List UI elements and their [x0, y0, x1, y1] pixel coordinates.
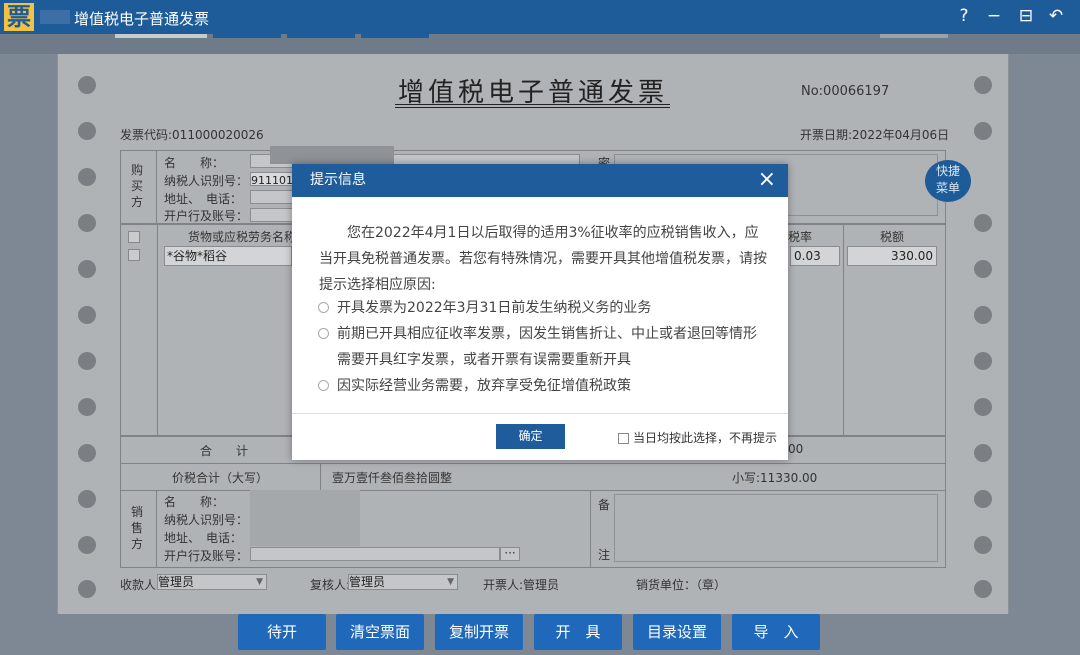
invoice-number: No:00066197 — [801, 84, 890, 99]
dialog-title: 提示信息 — [310, 172, 366, 188]
buyer-address-label: 地址、 电话： — [164, 192, 243, 206]
quick-menu-button[interactable]: 快捷菜单 — [925, 160, 971, 202]
toolbar-strip — [0, 34, 1080, 54]
buyer-address-field[interactable] — [250, 190, 295, 204]
buyer-bank-label: 开户行及账号： — [164, 209, 249, 223]
import-button[interactable]: 导 入 — [732, 614, 820, 650]
invoice-date: 开票日期:2022年04月06日 — [800, 128, 950, 142]
seller-bank-label: 开户行及账号： — [164, 549, 249, 563]
buyer-section-label: 购买方 — [131, 163, 144, 209]
radio-icon[interactable] — [318, 380, 329, 391]
clear-invoice-button[interactable]: 清空票面 — [336, 614, 424, 650]
issue-button[interactable]: 开 具 — [534, 614, 622, 650]
select-all-checkbox[interactable] — [128, 231, 140, 243]
window-title: 增值税电子普通发票 — [74, 10, 210, 28]
seller-section-label: 销售方 — [131, 505, 144, 551]
seller-bank-more-button[interactable]: ··· — [500, 547, 520, 561]
catalog-settings-button[interactable]: 目录设置 — [633, 614, 721, 650]
tax-amount-header: 税额 — [880, 230, 905, 244]
confirm-button[interactable]: 确定 — [496, 424, 565, 449]
checkbox-icon[interactable] — [618, 433, 629, 444]
dialog-message: 您在2022年4月1日以后取得的适用3%征收率的应税销售收入，应当开具免税普通发… — [319, 225, 767, 293]
minimize-button[interactable]: − — [984, 6, 1004, 26]
seller-address-label: 地址、 电话： — [164, 531, 243, 545]
seller-name-label: 名 称： — [164, 495, 225, 509]
back-button[interactable]: ↶ — [1046, 6, 1066, 26]
restore-button[interactable]: ⊟ — [1016, 6, 1036, 26]
seller-taxid-label: 纳税人识别号： — [164, 513, 249, 527]
seller-bank-field[interactable] — [250, 547, 500, 561]
reviewer-label: 复核人: — [310, 578, 351, 592]
payee-label: 收款人: — [120, 578, 161, 592]
option-3[interactable]: 因实际经营业务需要，放弃享受免征增值税政策 — [318, 373, 631, 399]
radio-icon[interactable] — [318, 302, 329, 313]
dont-remind-checkbox[interactable]: 当日均按此选择，不再提示 — [618, 429, 777, 446]
buyer-taxid-label: 纳税人识别号： — [164, 174, 249, 188]
item-tax-amount-field[interactable]: 330.00 — [847, 246, 937, 266]
option-1[interactable]: 开具发票为2022年3月31日前发生纳税义务的业务 — [318, 295, 651, 321]
buyer-bank-field[interactable] — [250, 208, 295, 222]
drawer-label: 开票人:管理员 — [483, 578, 560, 592]
copy-invoice-button[interactable]: 复制开票 — [435, 614, 523, 650]
option-2[interactable]: 前期已开具相应征收率发票，因发生销售折让、中止或者退回等情形需要开具红字发票，或… — [318, 321, 766, 373]
payee-select[interactable]: 管理员 ▼ — [157, 574, 267, 590]
price-tax-label: 价税合计（大写） — [172, 471, 269, 485]
dialog-header: 提示信息 × — [292, 164, 788, 197]
dialog-footer: 确定 当日均按此选择，不再提示 — [292, 413, 788, 460]
row-checkbox[interactable] — [128, 249, 140, 261]
prompt-dialog: 提示信息 × 您在2022年4月1日以后取得的适用3%征收率的应税销售收入，应当… — [292, 164, 788, 460]
remark-label-top: 备 — [598, 498, 611, 512]
buyer-taxid-field[interactable]: 9111010 — [250, 172, 300, 187]
items-column-header: 货物或应税劳务名称 — [188, 230, 297, 244]
remark-field[interactable] — [614, 494, 938, 562]
title-bar: 票 增值税电子普通发票 ? − ⊟ ↶ — [0, 0, 1080, 34]
seller-unit-label: 销货单位：（章） — [636, 578, 727, 592]
buyer-name-label: 名 称： — [164, 156, 225, 170]
app-logo: 票 — [4, 3, 34, 31]
total-amount: 00 — [788, 442, 804, 456]
item-name-field[interactable]: *谷物*稻谷 — [164, 246, 292, 266]
total-label: 合 计 — [200, 444, 249, 458]
tax-rate-header: 税率 — [788, 230, 813, 244]
radio-icon[interactable] — [318, 328, 329, 339]
help-button[interactable]: ? — [954, 6, 974, 26]
price-tax-lowercase: 小写:11330.00 — [732, 471, 818, 485]
item-tax-rate-select[interactable]: 0.03 — [790, 246, 840, 266]
reviewer-select[interactable]: 管理员 ▼ — [348, 574, 458, 590]
price-tax-uppercase: 壹万壹仟叁佰叁拾圆整 — [332, 471, 453, 485]
blurred-area — [40, 10, 70, 24]
pending-button[interactable]: 待开 — [238, 614, 326, 650]
remark-label-bottom: 注 — [598, 548, 611, 562]
close-icon[interactable]: × — [758, 164, 776, 195]
invoice-code: 发票代码:011000020026 — [120, 128, 264, 142]
